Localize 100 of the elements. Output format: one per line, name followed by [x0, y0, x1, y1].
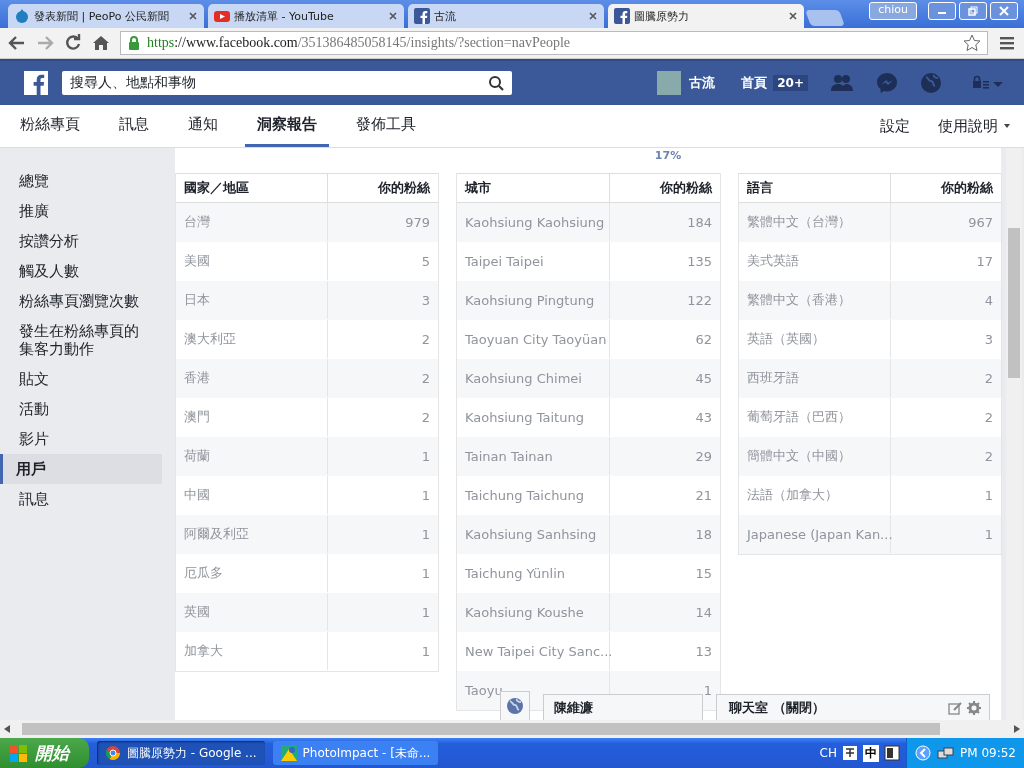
back-icon[interactable]: [8, 34, 26, 52]
browser-tab[interactable]: 圖騰原勢力: [608, 4, 804, 28]
sidebar-item[interactable]: 粉絲專頁瀏覽次數: [0, 286, 162, 316]
close-icon[interactable]: [788, 11, 798, 21]
notification-count: 20+: [773, 75, 808, 91]
edit-icon[interactable]: [948, 700, 962, 715]
restore-icon: [968, 6, 978, 16]
table-cell: 2: [890, 436, 1001, 476]
chat-globe-button[interactable]: [500, 691, 530, 720]
play-icon: [214, 8, 230, 24]
page-tab[interactable]: 訊息: [107, 105, 161, 147]
table-cell: 葡萄牙語（巴西）: [739, 397, 891, 437]
profile-link[interactable]: 古流: [657, 71, 716, 95]
close-icon[interactable]: [588, 11, 598, 21]
start-button[interactable]: 開始: [0, 738, 89, 768]
reload-icon[interactable]: [64, 34, 82, 52]
horizontal-scrollbar[interactable]: [22, 723, 940, 735]
close-icon[interactable]: [388, 11, 398, 21]
table-cell: 1: [890, 514, 1001, 554]
scroll-right-icon[interactable]: [1014, 725, 1020, 733]
minimize-button[interactable]: [928, 2, 956, 20]
expand-tray-icon[interactable]: [915, 745, 931, 761]
chrome-icon: [105, 745, 121, 761]
table-cell: 1: [327, 514, 438, 554]
settings-icon[interactable]: [967, 700, 981, 715]
sidebar-item[interactable]: 按讚分析: [0, 226, 162, 256]
table-cell: Tainan Tainan: [457, 436, 610, 476]
table-cell: 5: [327, 241, 438, 281]
input-mode-indicator[interactable]: 中: [863, 744, 879, 762]
address-field[interactable]: https://www.facebook.com/351386485058145/insights/?section=navPeople: [120, 31, 988, 55]
sidebar-item[interactable]: 推廣: [0, 196, 162, 226]
table-cell: 13: [609, 631, 720, 671]
half-width-icon[interactable]: [884, 745, 900, 761]
table-cell: 2: [327, 358, 438, 398]
close-icon[interactable]: [188, 11, 198, 21]
table-cell: 澳大利亞: [176, 319, 328, 359]
chat-sidebar-bar[interactable]: 聊天室 （關閉）: [716, 694, 990, 720]
page-tab[interactable]: 發佈工具: [344, 105, 428, 147]
table-cell: Kaohsiung Kaohsiung: [457, 202, 610, 242]
table-cell: Taipei Taipei: [457, 241, 610, 281]
table-cell: 加拿大: [176, 631, 328, 671]
taskbar-button[interactable]: PhotoImpact - [未命...: [272, 741, 439, 765]
browser-tab[interactable]: 發表新聞 | PeoPo 公民新聞: [8, 4, 204, 28]
sidebar-item[interactable]: 總覽: [0, 166, 162, 196]
menu-icon[interactable]: [998, 34, 1016, 52]
facebook-logo-icon[interactable]: [24, 71, 48, 95]
new-tab-button[interactable]: [805, 10, 845, 26]
table-cell: 43: [609, 397, 720, 437]
home-link[interactable]: 首頁 20+: [741, 74, 808, 92]
sidebar-item[interactable]: 觸及人數: [0, 256, 162, 286]
table-cell: 法語（加拿大）: [739, 475, 891, 515]
settings-link[interactable]: 設定: [866, 105, 924, 147]
table-cell: Taoyuan City Taoyüan: [457, 319, 610, 359]
table-cell: Kaohsiung Koushe: [457, 592, 610, 632]
table-cell: 中國: [176, 475, 328, 515]
facebook-icon: [414, 8, 430, 24]
page-tab[interactable]: 粉絲專頁: [8, 105, 92, 147]
table-cell: 15: [609, 553, 720, 593]
scroll-left-icon[interactable]: [4, 725, 10, 733]
close-button[interactable]: [990, 2, 1018, 20]
table-cell: 2: [890, 397, 1001, 437]
sidebar-item[interactable]: 訊息: [0, 484, 162, 514]
vertical-scrollbar[interactable]: [1006, 148, 1022, 720]
browser-tab[interactable]: 播放清單 - YouTube: [208, 4, 404, 28]
table-cell: Kaohsiung Chimei: [457, 358, 610, 398]
search-field[interactable]: 搜尋人、地點和事物: [62, 71, 512, 95]
table-cell: 135: [609, 241, 720, 281]
input-method-icon[interactable]: [842, 745, 858, 761]
sidebar-item[interactable]: 貼文: [0, 364, 162, 394]
language-indicator[interactable]: CH: [819, 746, 837, 760]
network-icon[interactable]: [937, 747, 954, 759]
sidebar-item[interactable]: 用戶: [0, 454, 162, 484]
taskbar-button[interactable]: 圖騰原勢力 - Google ...: [97, 741, 265, 765]
browser-tab[interactable]: 古流: [408, 4, 604, 28]
column-header: 城市: [457, 173, 610, 203]
column-header: 你的粉絲: [890, 173, 1001, 203]
table-cell: 14: [609, 592, 720, 632]
column-header: 語言: [739, 173, 891, 203]
table-cell: Kaohsiung Taitung: [457, 397, 610, 437]
star-icon[interactable]: [963, 34, 981, 52]
search-icon[interactable]: [488, 75, 504, 91]
column-header: 國家／地區: [176, 173, 328, 203]
caret-icon: [1004, 124, 1010, 128]
restore-button[interactable]: [959, 2, 987, 20]
table-cell: 美式英語: [739, 241, 891, 281]
sidebar-item[interactable]: 影片: [0, 424, 162, 454]
table-cell: 荷蘭: [176, 436, 328, 476]
help-menu[interactable]: 使用說明: [924, 105, 1024, 147]
chat-tab[interactable]: 陳維濂: [543, 694, 703, 720]
globe-icon: [506, 697, 524, 715]
avatar-placeholder: [657, 71, 682, 95]
table-cell: Taichung Yünlin: [457, 553, 610, 593]
sidebar-item[interactable]: 活動: [0, 394, 162, 424]
page-tab[interactable]: 通知: [176, 105, 230, 147]
home-icon[interactable]: [92, 34, 110, 52]
sidebar-item[interactable]: 發生在粉絲專頁的集客力動作: [0, 316, 162, 364]
table-cell: Taichung Taichung: [457, 475, 610, 515]
table-cell: 美國: [176, 241, 328, 281]
table-cell: 21: [609, 475, 720, 515]
table-cell: 英國: [176, 592, 328, 632]
